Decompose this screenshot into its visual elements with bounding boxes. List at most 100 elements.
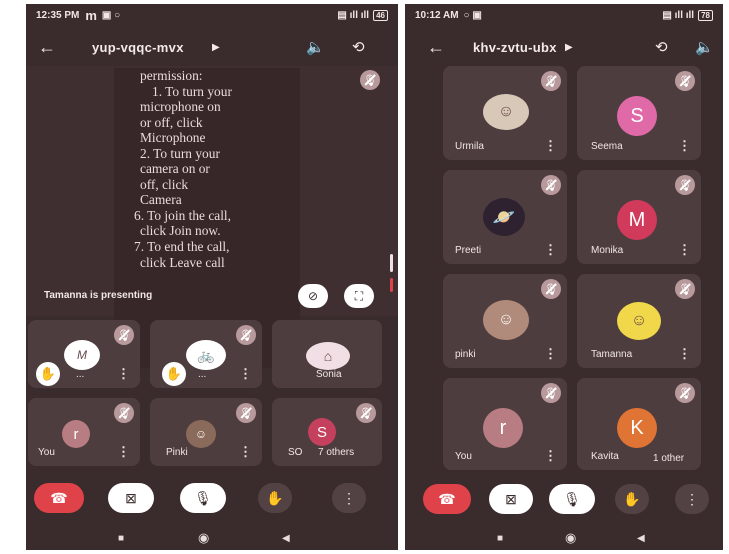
more-vert-icon[interactable]: ⋮ (544, 139, 557, 152)
avatar: 🪐 (483, 198, 525, 236)
nav-circle-icon[interactable]: ◉ (198, 530, 209, 546)
participant-tile[interactable]: 🎙 M ✋ ... ⋮ (28, 320, 140, 388)
battery-icon: 78 (698, 9, 713, 21)
avatar: K (617, 408, 657, 448)
doc-line: permission: (140, 68, 203, 83)
participant-name: Monika (591, 245, 624, 256)
nav-back-icon[interactable]: ◀ (637, 533, 645, 544)
participant-tile[interactable]: ⌂ Sonia (272, 320, 382, 388)
signal-icon: ▤ ıll ıll (662, 9, 695, 21)
more-vert-icon[interactable]: ⋮ (544, 347, 557, 360)
nav-back-icon[interactable]: ◀ (282, 533, 290, 544)
doc-line: off, click (140, 176, 189, 192)
switch-camera-icon[interactable]: ⟲ (352, 38, 365, 56)
presenting-label: Tamanna is presenting (44, 290, 153, 301)
avatar: ☺ (483, 94, 529, 130)
more-vert-icon[interactable]: ⋮ (678, 139, 691, 152)
camera-off-button[interactable]: ⊠ (108, 483, 154, 513)
status-bar: 12:35 PM m ▣ ○ ▤ ıll ıll 46 (26, 4, 398, 26)
participant-tile[interactable]: 🎙 ☺ Pinki ⋮ (150, 398, 262, 466)
participant-tile[interactable]: 🎙 🪐 Preeti ⋮ (443, 170, 567, 264)
more-vert-icon[interactable]: ⋮ (239, 445, 252, 458)
mic-off-icon: 🎙 (356, 403, 376, 423)
more-vert-icon[interactable]: ⋮ (239, 367, 252, 380)
participant-name: Urmila (455, 141, 484, 152)
avatar: ☺ (617, 302, 661, 340)
mic-off-icon: 🎙 (675, 279, 695, 299)
participant-name: You (38, 447, 55, 458)
mic-off-icon: 🎙 (675, 383, 695, 403)
meeting-code[interactable]: yup-vqqc-mvx (92, 40, 184, 55)
status-extra: m (85, 7, 97, 23)
speaker-icon[interactable]: 🔈 (695, 38, 714, 56)
fullscreen-icon[interactable]: ⛶ (344, 284, 374, 308)
participant-tile[interactable]: 🎙 r You ⋮ (443, 378, 567, 470)
right-phone-screen: 10:12 AM ○ ▣ ▤ ıll ıll 78 ← khv-zvtu-ubx… (405, 4, 723, 550)
status-time: 12:35 PM (36, 9, 80, 21)
participant-tile[interactable]: 🎙 🚲 ✋ ... ⋮ (150, 320, 262, 388)
mic-off-icon: 🎙 (675, 175, 695, 195)
hand-raise-button[interactable]: ✋ (615, 484, 649, 514)
avatar: ☺ (186, 420, 216, 448)
avatar: ⌂ (306, 342, 350, 370)
doc-line: 1. To turn your (152, 83, 232, 99)
more-vert-icon[interactable]: ⋮ (544, 449, 557, 462)
more-vert-icon[interactable]: ⋮ (117, 367, 130, 380)
mic-off-icon: 🎙 (541, 279, 561, 299)
end-call-button[interactable]: ☎ (423, 484, 471, 514)
participant-name: Sonia (316, 369, 342, 380)
participant-name: Seema (591, 141, 623, 152)
chevron-right-icon[interactable]: ▶ (565, 42, 573, 53)
avatar: S (617, 96, 657, 136)
camera-off-button[interactable]: ⊠ (489, 484, 533, 514)
participant-tile[interactable]: 🎙 ☺ Urmila ⋮ (443, 66, 567, 160)
avatar: 🚲 (186, 340, 226, 370)
more-vert-icon[interactable]: ⋮ (678, 347, 691, 360)
doc-line: 2. To turn your (140, 145, 220, 161)
participant-tile[interactable]: 🎙 ☺ pinki ⋮ (443, 274, 567, 368)
more-vert-icon[interactable]: ⋮ (544, 243, 557, 256)
mic-off-button[interactable]: 🎙 (549, 484, 595, 514)
mic-off-icon: 🎙 (541, 71, 561, 91)
pin-off-icon[interactable]: ⊘ (298, 284, 328, 308)
more-options-button[interactable]: ⋮ (675, 484, 709, 514)
participant-tile[interactable]: 🎙 S Seema ⋮ (577, 66, 701, 160)
doc-line: or off, click (140, 114, 203, 130)
participant-tile[interactable]: 🎙 K Kavita 1 other (577, 378, 701, 470)
mic-off-button[interactable]: 🎙 (180, 483, 226, 513)
presentation-area: permission: 1. To turn your microphone o… (26, 66, 398, 368)
participant-name: SO (288, 447, 303, 458)
chevron-right-icon[interactable]: ▶ (212, 42, 220, 53)
meeting-code[interactable]: khv-zvtu-ubx (473, 40, 557, 55)
nav-circle-icon[interactable]: ◉ (565, 530, 576, 546)
back-arrow-icon[interactable]: ← (427, 37, 445, 58)
participant-tile[interactable]: 🎙 r You ⋮ (28, 398, 140, 466)
status-time: 10:12 AM (415, 9, 459, 21)
end-call-button[interactable]: ☎ (34, 483, 84, 513)
avatar: ☺ (483, 300, 529, 340)
more-options-button[interactable]: ⋮ (332, 483, 366, 513)
notification-icon: ○ ▣ (463, 9, 482, 21)
nav-square-icon[interactable]: ■ (497, 533, 503, 544)
doc-line: click Join now. (140, 223, 221, 239)
participant-name: pinki (455, 349, 476, 360)
switch-camera-icon[interactable]: ⟲ (655, 38, 668, 56)
mic-off-icon: 🎙 (541, 175, 561, 195)
back-arrow-icon[interactable]: ← (38, 37, 56, 58)
more-vert-icon[interactable]: ⋮ (117, 445, 130, 458)
avatar: r (62, 420, 90, 448)
hand-raise-button[interactable]: ✋ (258, 483, 292, 513)
nav-square-icon[interactable]: ■ (118, 533, 124, 544)
participant-tile[interactable]: 🎙 S SO 7 others (272, 398, 382, 466)
mic-off-icon: 🎙 (675, 71, 695, 91)
system-nav-bar: ■ ◉ ◀ (405, 526, 723, 550)
scrollbar[interactable] (390, 254, 393, 272)
participant-tile[interactable]: 🎙 ☺ Tamanna ⋮ (577, 274, 701, 368)
system-nav-bar: ■ ◉ ◀ (26, 526, 398, 550)
participant-tile[interactable]: 🎙 M Monika ⋮ (577, 170, 701, 264)
scrollbar-thumb[interactable] (390, 278, 393, 292)
participant-name: You (455, 451, 472, 462)
more-vert-icon[interactable]: ⋮ (678, 243, 691, 256)
speaker-icon[interactable]: 🔈 (306, 38, 325, 56)
mic-off-icon: 🎙 (236, 325, 256, 345)
